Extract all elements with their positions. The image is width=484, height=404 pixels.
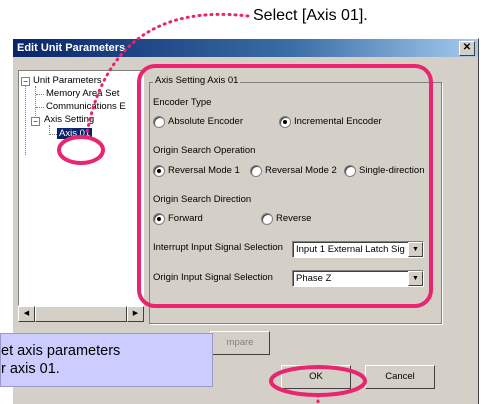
chevron-down-icon[interactable]: ▼ bbox=[408, 271, 423, 286]
collapse-icon[interactable]: − bbox=[31, 117, 40, 126]
interrupt-input-dropdown[interactable]: Input 1 External Latch Sig ▼ bbox=[292, 241, 424, 258]
ok-button[interactable]: OK bbox=[281, 365, 351, 389]
chevron-down-icon[interactable]: ▼ bbox=[408, 242, 423, 257]
origin-input-dropdown[interactable]: Phase Z ▼ bbox=[292, 270, 424, 287]
tree-line bbox=[25, 83, 26, 155]
tree-item-memory-area[interactable]: Memory Area Set bbox=[46, 88, 119, 99]
tree-item-communications[interactable]: Communications E bbox=[46, 101, 126, 112]
origin-search-operation-label: Origin Search Operation bbox=[153, 145, 256, 156]
collapse-icon[interactable]: − bbox=[21, 77, 30, 86]
parameter-tree[interactable]: − Unit Parameters Memory Area Set Commun… bbox=[18, 70, 144, 306]
origin-input-value: Phase Z bbox=[296, 273, 332, 284]
radio-reverse[interactable] bbox=[261, 213, 273, 225]
close-button[interactable]: ✕ bbox=[459, 41, 475, 56]
reverse-label[interactable]: Reverse bbox=[276, 213, 311, 224]
tree-item-axis-setting[interactable]: Axis Setting bbox=[44, 114, 94, 125]
origin-input-label: Origin Input Signal Selection bbox=[153, 272, 273, 283]
interrupt-input-label: Interrupt Input Signal Selection bbox=[153, 242, 283, 253]
instruction-callout: et axis parameters r axis 01. bbox=[0, 333, 213, 387]
scroll-left-arrow-icon[interactable]: ◀ bbox=[18, 306, 35, 322]
forward-label[interactable]: Forward bbox=[168, 213, 203, 224]
callout-line-2: r axis 01. bbox=[1, 361, 60, 377]
callout-line-1: et axis parameters bbox=[1, 343, 121, 359]
radio-forward[interactable] bbox=[153, 213, 165, 225]
tree-line bbox=[36, 94, 44, 95]
tree-horizontal-scrollbar[interactable]: ◀ ▶ bbox=[18, 306, 144, 322]
scroll-right-arrow-icon[interactable]: ▶ bbox=[127, 306, 144, 322]
radio-absolute-encoder[interactable] bbox=[153, 116, 165, 128]
dialog-title: Edit Unit Parameters bbox=[17, 42, 126, 54]
single-direction-label[interactable]: Single-direction bbox=[359, 165, 424, 176]
tree-item-unit-parameters[interactable]: Unit Parameters bbox=[33, 75, 102, 86]
group-title: Axis Setting Axis 01 bbox=[153, 75, 241, 86]
reversal-mode-1-label[interactable]: Reversal Mode 1 bbox=[168, 165, 240, 176]
tree-line bbox=[49, 134, 57, 135]
radio-reversal-mode-1[interactable] bbox=[153, 165, 165, 177]
radio-reversal-mode-2[interactable] bbox=[250, 165, 262, 177]
compare-button[interactable]: mpare bbox=[210, 331, 270, 355]
incremental-encoder-label[interactable]: Incremental Encoder bbox=[294, 116, 382, 127]
absolute-encoder-label[interactable]: Absolute Encoder bbox=[168, 116, 243, 127]
instruction-select-axis: Select [Axis 01]. bbox=[253, 7, 368, 24]
origin-search-direction-label: Origin Search Direction bbox=[153, 194, 252, 205]
scrollbar-thumb[interactable] bbox=[35, 306, 127, 322]
radio-incremental-encoder[interactable] bbox=[279, 116, 291, 128]
encoder-type-label: Encoder Type bbox=[153, 97, 212, 108]
reversal-mode-2-label[interactable]: Reversal Mode 2 bbox=[265, 165, 337, 176]
cancel-button[interactable]: Cancel bbox=[365, 365, 435, 389]
radio-single-direction[interactable] bbox=[344, 165, 356, 177]
tree-item-axis-01[interactable]: Axis 01 bbox=[57, 128, 93, 139]
dialog-title-bar: Edit Unit Parameters ✕ bbox=[13, 39, 478, 57]
tree-line bbox=[36, 107, 44, 108]
interrupt-input-value: Input 1 External Latch Sig bbox=[296, 244, 405, 255]
